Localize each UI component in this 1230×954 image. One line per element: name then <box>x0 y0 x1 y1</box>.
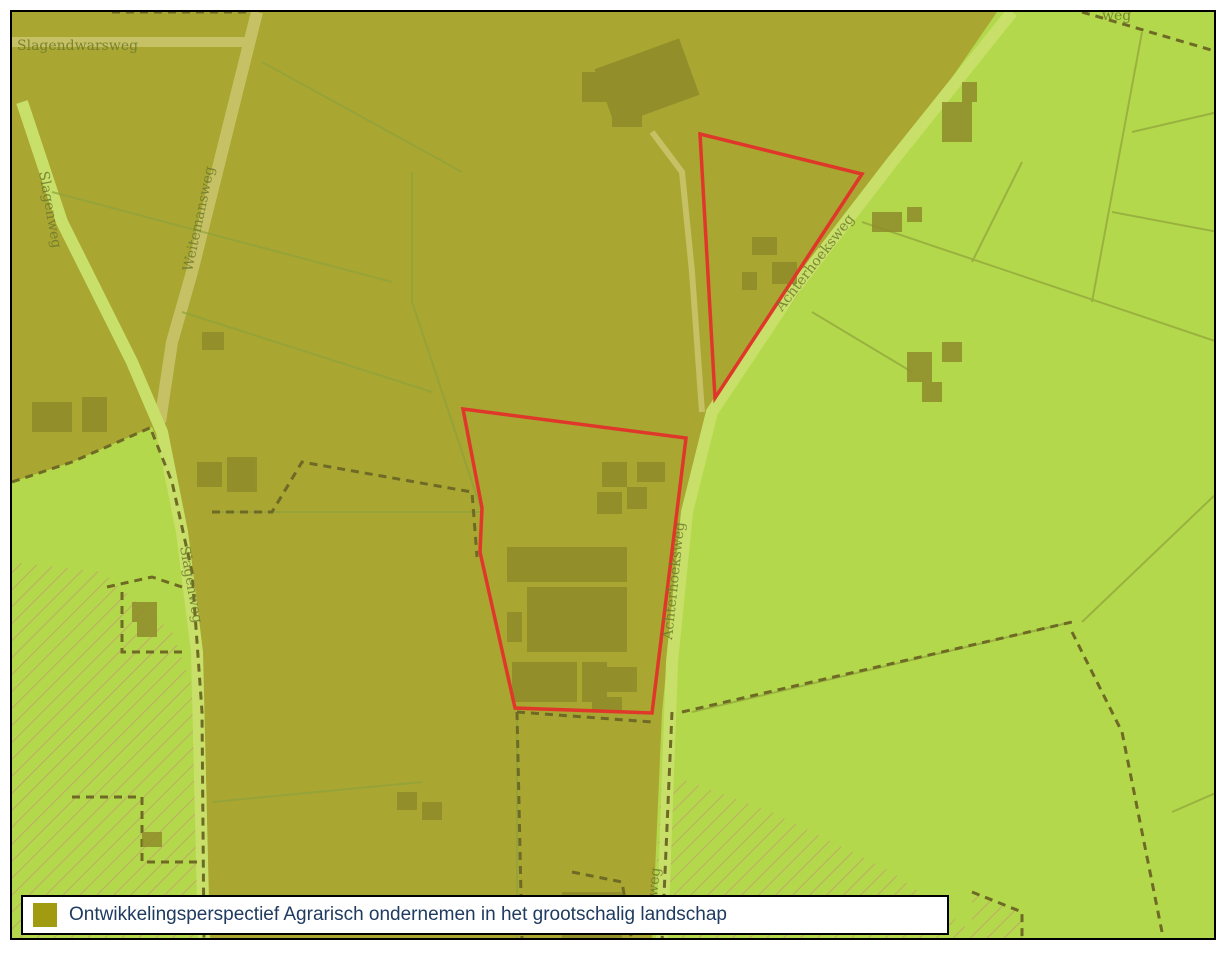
map-frame[interactable]: Slagendwarsweg Weitemansweg Slagenweg Sl… <box>10 10 1216 940</box>
map-canvas[interactable]: Slagendwarsweg Weitemansweg Slagenweg Sl… <box>12 12 1216 940</box>
map-legend: Ontwikkelingsperspectief Agrarisch onder… <box>21 895 949 935</box>
legend-swatch <box>33 903 57 927</box>
label-weg-top: weg <box>1102 12 1131 24</box>
legend-label: Ontwikkelingsperspectief Agrarisch onder… <box>69 904 727 925</box>
label-weg-bottom: weg <box>645 867 664 898</box>
label-slagendwarsweg: Slagendwarsweg <box>17 38 138 54</box>
